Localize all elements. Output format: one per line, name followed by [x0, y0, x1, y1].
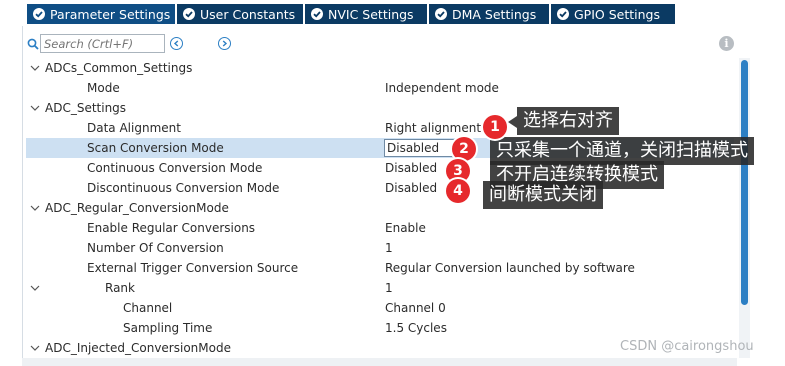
chevron-left-icon [173, 40, 179, 47]
tree-label: Mode [87, 81, 120, 95]
chevron-right-icon [222, 40, 228, 47]
tree-value[interactable]: Regular Conversion launched by software [385, 261, 635, 275]
tree-label: ADC_Injected_ConversionMode [45, 341, 231, 355]
tree-label: ADC_Settings [45, 101, 127, 115]
tree-label: Channel [123, 301, 173, 315]
vertical-scrollbar-thumb[interactable] [741, 60, 748, 305]
chevron-down-icon[interactable] [30, 63, 40, 73]
tree-label: Number Of Conversion [87, 241, 224, 255]
tree-row-mode[interactable]: Mode Independent mode [26, 78, 734, 98]
tree-row-channel[interactable]: Channel Channel 0 [26, 298, 734, 318]
tree-label: Data Alignment [87, 121, 181, 135]
tab-parameter-settings[interactable]: Parameter Settings [27, 4, 175, 24]
chevron-down-icon[interactable] [30, 203, 40, 213]
tree-value[interactable]: Right alignment [385, 121, 481, 135]
tab-bar: Parameter Settings User Constants NVIC S… [0, 0, 785, 26]
tab-nvic-settings[interactable]: NVIC Settings [305, 4, 427, 24]
tree-label: ADCs_Common_Settings [45, 61, 193, 75]
tree-row-number-of-conversion[interactable]: Number Of Conversion 1 [26, 238, 734, 258]
tree-group-adc-regular-conversionmode[interactable]: ADC_Regular_ConversionMode [26, 198, 734, 218]
check-circle-icon [557, 8, 569, 20]
tab-label: GPIO Settings [574, 6, 660, 22]
chevron-down-icon[interactable] [30, 343, 40, 353]
tree-value[interactable]: 1.5 Cycles [385, 321, 447, 335]
tree-value[interactable]: 1 [385, 241, 393, 255]
annotation-note-4: 间断模式关闭 [483, 181, 603, 209]
tab-label: DMA Settings [452, 6, 537, 22]
tree-value[interactable]: Enable [385, 221, 426, 235]
tab-gpio-settings[interactable]: GPIO Settings [551, 4, 675, 24]
tab-label: NVIC Settings [328, 6, 414, 22]
tree-label: Continuous Conversion Mode [87, 161, 263, 175]
annotation-badge-4: 4 [446, 179, 470, 203]
info-icon[interactable]: i [719, 36, 734, 51]
horizontal-scrollbar[interactable] [22, 358, 737, 366]
annotation-badge-1: 1 [483, 115, 507, 139]
tab-user-constants[interactable]: User Constants [177, 4, 303, 24]
tree-label: External Trigger Conversion Source [87, 261, 299, 275]
tree-value[interactable]: Disabled [385, 181, 437, 195]
tab-label: Parameter Settings [50, 6, 171, 22]
tree-row-data-alignment[interactable]: Data Alignment Right alignment [26, 118, 734, 138]
next-match-button[interactable] [218, 37, 231, 50]
tree-value[interactable]: 1 [385, 281, 393, 295]
tree-group-adcs-common-settings[interactable]: ADCs_Common_Settings [26, 58, 734, 78]
search-input[interactable] [41, 35, 156, 52]
chevron-down-icon[interactable] [30, 283, 40, 293]
tree-value[interactable]: Disabled [385, 161, 437, 175]
tree-label: ADC_Regular_ConversionMode [45, 201, 229, 215]
tab-label: User Constants [200, 6, 296, 22]
tree-row-enable-regular-conversions[interactable]: Enable Regular Conversions Enable [26, 218, 734, 238]
tab-dma-settings[interactable]: DMA Settings [429, 4, 549, 24]
tree-label: Sampling Time [123, 321, 213, 335]
watermark: CSDN @cairongshou [620, 339, 754, 354]
search-icon [27, 38, 39, 53]
check-circle-icon [33, 8, 45, 20]
tree-value[interactable]: Independent mode [385, 81, 499, 95]
check-circle-icon [435, 8, 447, 20]
annotation-badge-2: 2 [452, 137, 476, 161]
search-box[interactable] [40, 34, 165, 53]
tree-label: Scan Conversion Mode [87, 141, 224, 155]
tree-value[interactable]: Channel 0 [385, 301, 446, 315]
tree-row-sampling-time[interactable]: Sampling Time 1.5 Cycles [26, 318, 734, 338]
tree-label: Discontinuous Conversion Mode [87, 181, 280, 195]
tree-label: Rank [105, 281, 135, 295]
check-circle-icon [311, 8, 323, 20]
tree-label: Enable Regular Conversions [87, 221, 256, 235]
annotation-note-1: 选择右对齐 [508, 107, 619, 135]
previous-match-button[interactable] [170, 37, 183, 50]
chevron-down-icon[interactable] [30, 103, 40, 113]
tree-row-external-trigger-conversion-source[interactable]: External Trigger Conversion Source Regul… [26, 258, 734, 278]
check-circle-icon [183, 8, 195, 20]
tree-group-adc-settings[interactable]: ADC_Settings [26, 98, 734, 118]
tree-group-rank[interactable]: Rank 1 [26, 278, 734, 298]
